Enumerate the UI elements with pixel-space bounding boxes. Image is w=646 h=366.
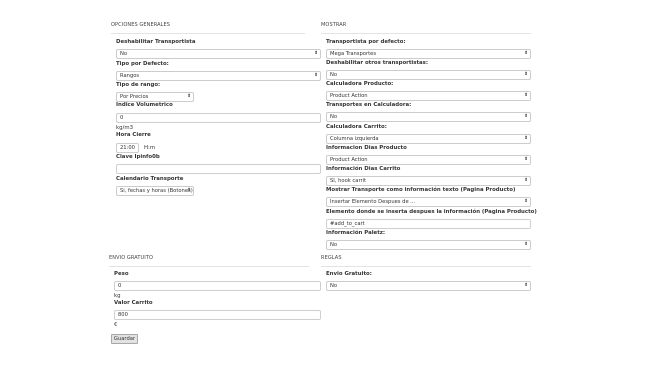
select-arrows-icon: ⬍ [524, 178, 528, 183]
select-value: Insertar Elemento Despues de ... [330, 199, 416, 205]
label-info-dias-carrito: Información Dias Carrito [326, 166, 401, 172]
select-arrows-icon: ⬍ [524, 136, 528, 141]
select-arrows-icon: ⬍ [524, 157, 528, 162]
select-value: Product Action [330, 157, 368, 163]
indice-unit: kg/m3 [116, 125, 134, 131]
select-arrows-icon: ⬍ [524, 72, 528, 77]
label-peso: Peso [114, 271, 129, 277]
elemento-inserta-input[interactable]: #add_to_cart [326, 219, 531, 229]
label-tipo-defecto: Tipo por Defecto: [116, 61, 169, 67]
tipo-rango-select[interactable]: Por Precios ⬍ [116, 92, 194, 102]
label-mostrar-transporte: Mostrar Transporte como información text… [326, 187, 516, 193]
label-deshabilitar-otros: Deshabilitar otros transportistas: [326, 60, 429, 66]
indice-volumetrico-input[interactable]: 0 [116, 113, 321, 123]
transportes-calculadora-select[interactable]: No ⬍ [326, 112, 531, 122]
envio-gratuito-select[interactable]: No ⬍ [326, 281, 531, 291]
select-arrows-icon: ⬍ [314, 51, 318, 56]
label-transportista-defecto: Transportista por defecto: [326, 39, 406, 45]
select-value: Product Action [330, 93, 368, 99]
valor-carrito-unit: € [114, 322, 118, 328]
select-arrows-icon: ⬍ [524, 93, 528, 98]
select-value: No [330, 72, 338, 78]
clave-ipinfodb-input[interactable] [116, 164, 321, 174]
label-indice-volumetrico: Indice Volumetrico [116, 102, 173, 108]
label-info-paletz: Información Paletz: [326, 230, 386, 236]
select-arrows-icon: ⬍ [524, 51, 528, 56]
label-clave-ipinfodb: Clave Ipinfo0b [116, 154, 160, 160]
valor-carrito-input[interactable]: 800 [114, 310, 321, 320]
section-title-envio-gratuito: ENVIO GRATUITO [109, 255, 309, 267]
info-dias-carrito-select[interactable]: SI, hook carrit ⬍ [326, 176, 531, 186]
label-envio-gratuito: Envio Gratuito: [326, 271, 372, 277]
select-arrows-icon: ⬍ [314, 73, 318, 78]
select-value: No [120, 51, 128, 57]
label-tipo-rango: Tipo de rango: [116, 82, 161, 88]
label-info-dias-producto: Informacion Dias Producto [326, 145, 407, 151]
select-arrows-icon: ⬍ [524, 242, 528, 247]
section-title-reglas: REGLAS [321, 255, 531, 267]
select-arrows-icon: ⬍ [187, 94, 191, 99]
select-arrows-icon: ⬍ [524, 199, 528, 204]
section-title-opciones-generales: OPCIONES GENERALES [111, 22, 305, 34]
calendario-transporte-select[interactable]: Si, fechas y horas (Botones) ⬍ [116, 186, 194, 196]
hora-cierre-input[interactable]: 21:00 [116, 143, 139, 153]
select-value: No [330, 242, 338, 248]
select-arrows-icon: ⬍ [187, 188, 191, 193]
save-button[interactable]: Guardar [111, 334, 138, 344]
calculadora-producto-select[interactable]: Product Action ⬍ [326, 91, 531, 101]
select-value: No [330, 114, 338, 120]
label-valor-carrito: Valor Carrito [114, 300, 153, 306]
select-value: Si, fechas y horas (Botones) [120, 188, 193, 194]
info-dias-producto-select[interactable]: Product Action ⬍ [326, 155, 531, 165]
tipo-defecto-select[interactable]: Rangos ⬍ [116, 71, 321, 81]
select-value: Mega Transportes [330, 51, 377, 57]
label-elemento-inserta: Elemento donde se inserta despues la inf… [326, 209, 537, 215]
section-title-mostrar: MOSTRAR [321, 22, 531, 34]
label-calculadora-carrito: Calculadora Carrito: [326, 124, 387, 130]
select-value: Rangos [120, 73, 140, 79]
select-arrows-icon: ⬍ [524, 114, 528, 119]
peso-input[interactable]: 0 [114, 281, 321, 291]
label-deshabilitar-transportista: Deshabilitar Transportista [116, 39, 196, 45]
hora-cierre-unit: H:m [144, 145, 156, 151]
deshabilitar-otros-select[interactable]: No ⬍ [326, 70, 531, 80]
select-value: Por Precios [120, 94, 149, 100]
calculadora-carrito-select[interactable]: Columna izquierda ⬍ [326, 134, 531, 144]
select-value: SI, hook carrit [330, 178, 367, 184]
deshabilitar-transportista-select[interactable]: No ⬍ [116, 49, 321, 59]
peso-unit: kg [114, 293, 121, 299]
label-transportes-calculadora: Transportes en Calculadora: [326, 102, 412, 108]
info-paletz-select[interactable]: No ⬍ [326, 240, 531, 250]
select-arrows-icon: ⬍ [524, 283, 528, 288]
mostrar-transporte-select[interactable]: Insertar Elemento Despues de ... ⬍ [326, 197, 531, 207]
label-calendario-transporte: Calendario Transporte [116, 176, 184, 182]
label-hora-cierre: Hora Cierre [116, 132, 151, 138]
select-value: Columna izquierda [330, 136, 379, 142]
select-value: No [330, 283, 338, 289]
transportista-defecto-select[interactable]: Mega Transportes ⬍ [326, 49, 531, 59]
label-calculadora-producto: Calculadora Producto: [326, 81, 394, 87]
